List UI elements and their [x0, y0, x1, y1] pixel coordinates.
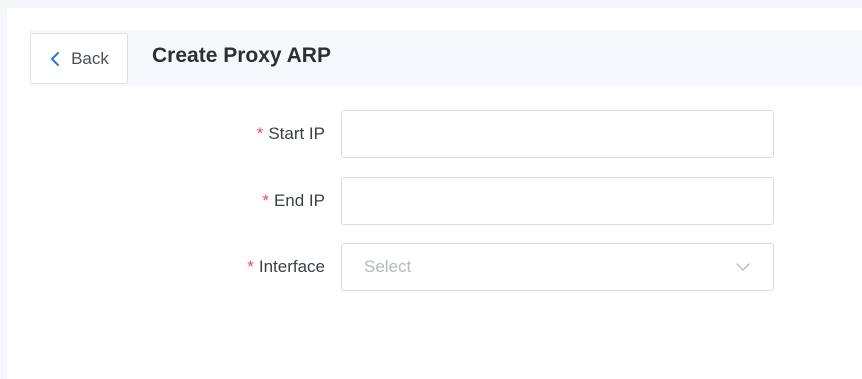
page-title: Create Proxy ARP: [152, 44, 331, 67]
start-ip-label: * Start IP: [257, 110, 325, 158]
page-header: Back Create Proxy ARP: [30, 30, 862, 86]
interface-select-placeholder: Select: [364, 257, 412, 276]
start-ip-row: * Start IP: [7, 110, 862, 158]
interface-select[interactable]: Select: [341, 243, 774, 291]
interface-row: * Interface Select: [7, 243, 862, 291]
required-mark: *: [256, 124, 264, 143]
start-ip-input[interactable]: [341, 110, 774, 158]
required-mark: *: [247, 257, 254, 276]
end-ip-row: * End IP: [7, 177, 862, 225]
required-mark: *: [262, 191, 269, 210]
interface-label-text: Interface: [258, 257, 325, 276]
back-button-label: Back: [71, 48, 109, 68]
end-ip-label-text: End IP: [273, 191, 325, 210]
chevron-left-icon: [49, 51, 63, 66]
create-proxy-arp-panel: Back Create Proxy ARP * Start IP * End I…: [7, 8, 862, 379]
chevron-down-icon: [735, 259, 751, 275]
start-ip-label-text: Start IP: [268, 124, 325, 143]
back-button[interactable]: Back: [30, 33, 128, 84]
end-ip-label: * End IP: [262, 177, 325, 225]
interface-label: * Interface: [247, 243, 325, 291]
end-ip-input[interactable]: [341, 177, 774, 225]
